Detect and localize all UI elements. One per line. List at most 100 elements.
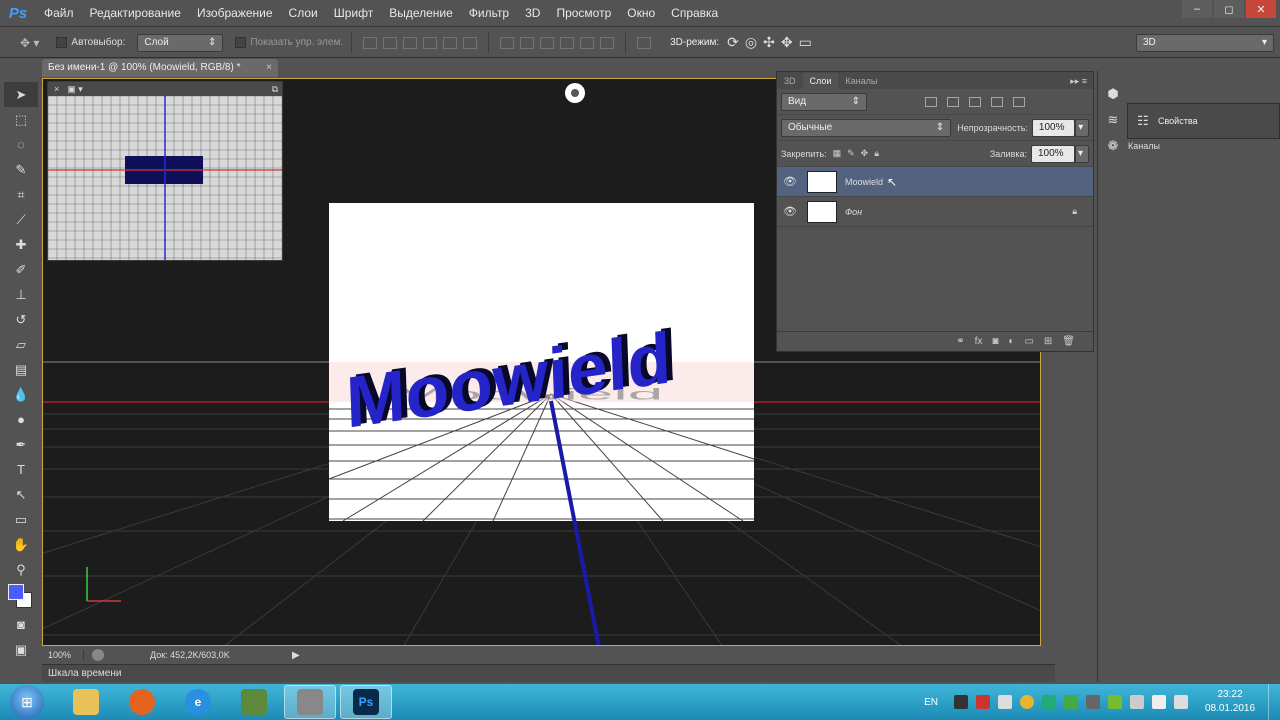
fx-icon[interactable]: fx bbox=[975, 336, 983, 347]
new-group-icon[interactable]: ▭ bbox=[1024, 336, 1033, 347]
autoselect-checkbox[interactable] bbox=[56, 37, 68, 48]
tray-app-icon[interactable] bbox=[1086, 695, 1100, 709]
network-icon[interactable] bbox=[1130, 695, 1144, 709]
lock-pixels-icon[interactable]: ✎ bbox=[847, 148, 855, 159]
secondary-view-close-icon[interactable]: × bbox=[54, 84, 59, 94]
align-vcenter-icon[interactable] bbox=[383, 36, 398, 49]
delete-layer-icon[interactable]: 🗑︎ bbox=[1062, 336, 1075, 347]
auto-align-icon[interactable] bbox=[637, 36, 652, 49]
zoom-tool-icon[interactable]: ⚲ bbox=[4, 557, 38, 582]
distribute-bottom-icon[interactable] bbox=[540, 36, 555, 49]
tray-app-icon[interactable] bbox=[1042, 695, 1056, 709]
tab-channels[interactable]: Каналы bbox=[838, 73, 884, 89]
eraser-tool-icon[interactable]: ▱ bbox=[4, 332, 38, 357]
taskbar-explorer[interactable] bbox=[60, 685, 112, 719]
3d-secondary-view[interactable]: × ▣ ▾ ⧉ bbox=[47, 81, 283, 261]
show-controls-checkbox[interactable] bbox=[235, 37, 247, 48]
marquee-tool-icon[interactable]: ⬚ bbox=[4, 107, 38, 132]
close-button[interactable]: ✕ bbox=[1246, 0, 1276, 18]
zoom-field[interactable]: 100% bbox=[42, 650, 84, 660]
secondary-view-camera-icon[interactable]: ▣ ▾ bbox=[67, 84, 83, 95]
taskbar-minecraft[interactable] bbox=[228, 685, 280, 719]
menu-help[interactable]: Справка bbox=[663, 0, 726, 27]
menu-window[interactable]: Окно bbox=[619, 0, 663, 27]
lock-all-icon[interactable]: 🔒︎ bbox=[874, 148, 879, 159]
visibility-eye-icon[interactable]: 👁︎ bbox=[777, 205, 803, 218]
tray-app-icon[interactable] bbox=[954, 695, 968, 709]
taskbar-app-monitor[interactable] bbox=[284, 685, 336, 719]
align-left-icon[interactable] bbox=[423, 36, 438, 49]
align-right-icon[interactable] bbox=[463, 36, 478, 49]
foreground-color[interactable] bbox=[8, 584, 24, 600]
slide-3d-icon[interactable]: ✥ bbox=[781, 34, 793, 51]
properties-flyout[interactable]: ☷ Свойства bbox=[1127, 103, 1280, 139]
fill-dropdown-icon[interactable]: ▾ bbox=[1075, 144, 1089, 163]
adjustment-layer-icon[interactable]: ◐ bbox=[1008, 336, 1014, 347]
tab-layers[interactable]: Слои bbox=[802, 73, 839, 89]
healing-tool-icon[interactable]: ✚ bbox=[4, 232, 38, 257]
menu-layers[interactable]: Слои bbox=[281, 0, 326, 27]
filter-adjustment-icon[interactable] bbox=[947, 96, 959, 107]
start-button[interactable]: ⊞ bbox=[10, 685, 44, 719]
opacity-input[interactable]: 100% bbox=[1031, 118, 1076, 137]
workspace-dropdown[interactable]: 3D ▾ bbox=[1136, 33, 1274, 52]
rectangle-tool-icon[interactable]: ▭ bbox=[4, 507, 38, 532]
layer-row-background[interactable]: 👁︎ Фон 🔒︎ bbox=[777, 197, 1093, 227]
action-center-icon[interactable] bbox=[1174, 695, 1188, 709]
language-indicator[interactable]: EN bbox=[924, 697, 938, 708]
crop-tool-icon[interactable]: ⌗ bbox=[4, 182, 38, 207]
move-tool-preset-icon[interactable]: ✥ ▾ bbox=[20, 36, 39, 50]
distribute-hcenter-icon[interactable] bbox=[580, 36, 595, 49]
autoselect-dropdown[interactable]: Слой ⇕ bbox=[137, 33, 224, 52]
eyedropper-tool-icon[interactable]: ⟋ bbox=[4, 207, 38, 232]
document-tab[interactable]: Без имени-1 @ 100% (Moowield, RGB/8) * × bbox=[42, 59, 278, 77]
blend-mode-dropdown[interactable]: Обычные ⇕ bbox=[781, 118, 952, 137]
lasso-tool-icon[interactable]: ◌ bbox=[4, 132, 38, 157]
tray-app-icon[interactable] bbox=[976, 695, 990, 709]
status-icon[interactable] bbox=[92, 649, 104, 661]
brush-tool-icon[interactable]: ✐ bbox=[4, 257, 38, 282]
secondary-view-swap-icon[interactable]: ⧉ bbox=[272, 84, 278, 95]
fill-input[interactable]: 100% bbox=[1031, 144, 1075, 163]
align-bottom-icon[interactable] bbox=[403, 36, 418, 49]
drag-3d-icon[interactable]: ✣ bbox=[763, 34, 775, 51]
menu-edit[interactable]: Редактирование bbox=[82, 0, 189, 27]
taskbar-photoshop[interactable]: Ps bbox=[340, 685, 392, 719]
show-desktop-button[interactable] bbox=[1268, 684, 1280, 720]
add-mask-icon[interactable]: ◙ bbox=[992, 336, 998, 347]
menu-view[interactable]: Просмотр bbox=[548, 0, 619, 27]
new-layer-icon[interactable]: ⊞ bbox=[1044, 336, 1052, 347]
menu-type[interactable]: Шрифт bbox=[326, 0, 381, 27]
status-menu-arrow-icon[interactable]: ▶ bbox=[292, 650, 300, 661]
filter-pixel-icon[interactable] bbox=[925, 96, 937, 107]
filter-type-icon[interactable] bbox=[969, 96, 981, 107]
blur-tool-icon[interactable]: 💧 bbox=[4, 382, 38, 407]
tray-app-icon[interactable] bbox=[998, 695, 1012, 709]
volume-icon[interactable] bbox=[1152, 695, 1166, 709]
menu-image[interactable]: Изображение bbox=[189, 0, 281, 27]
quick-mask-icon[interactable]: ◙ bbox=[4, 612, 38, 637]
clock[interactable]: 23:22 08.01.2016 bbox=[1200, 688, 1260, 716]
filter-shape-icon[interactable] bbox=[991, 96, 1003, 107]
distribute-vcenter-icon[interactable] bbox=[520, 36, 535, 49]
screen-mode-icon[interactable]: ▣ bbox=[4, 637, 38, 662]
timeline-panel[interactable]: Шкала времени bbox=[42, 664, 1055, 682]
maximize-button[interactable]: ◻ bbox=[1214, 0, 1244, 18]
taskbar-ie[interactable]: e bbox=[172, 685, 224, 719]
quick-select-tool-icon[interactable]: ✎ bbox=[4, 157, 38, 182]
link-layers-icon[interactable]: ⚭ bbox=[956, 336, 964, 347]
type-tool-icon[interactable]: T bbox=[4, 457, 38, 482]
menu-select[interactable]: Выделение bbox=[381, 0, 461, 27]
pen-tool-icon[interactable]: ✒ bbox=[4, 432, 38, 457]
nvidia-icon[interactable] bbox=[1108, 695, 1122, 709]
dodge-tool-icon[interactable]: ● bbox=[4, 407, 38, 432]
tray-app-icon[interactable] bbox=[1020, 695, 1034, 709]
lock-position-icon[interactable]: ✥ bbox=[861, 148, 869, 159]
hand-tool-icon[interactable]: ✋ bbox=[4, 532, 38, 557]
tab-3d[interactable]: 3D bbox=[777, 73, 803, 89]
layer-filter-dropdown[interactable]: Вид ⇕ bbox=[781, 92, 867, 111]
panel-menu-icon[interactable]: ▸▸ ≡ bbox=[1070, 73, 1093, 89]
taskbar-firefox[interactable] bbox=[116, 685, 168, 719]
filter-smart-object-icon[interactable] bbox=[1013, 96, 1025, 107]
move-tool-icon[interactable]: ➤ bbox=[4, 82, 38, 107]
